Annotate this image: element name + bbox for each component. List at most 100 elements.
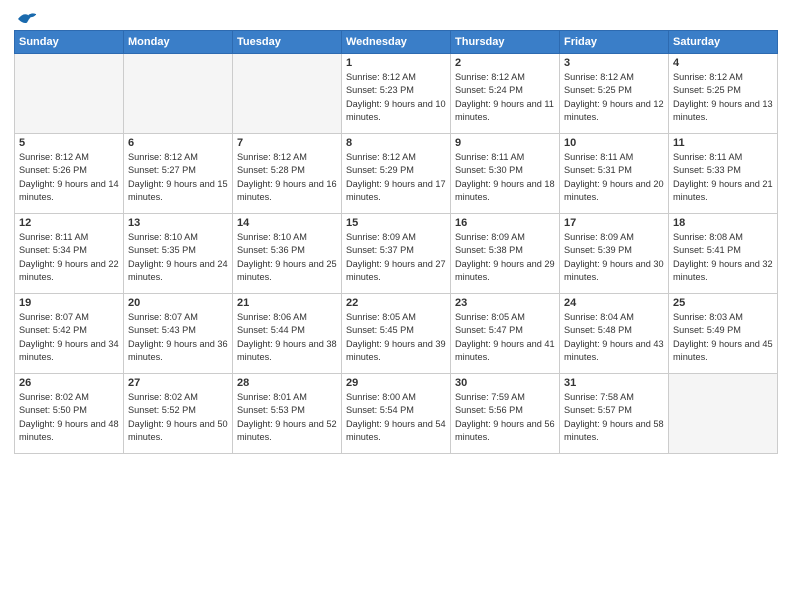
day-number: 22 [346,297,446,309]
day-number: 19 [19,297,119,309]
weekday-header-row: SundayMondayTuesdayWednesdayThursdayFrid… [15,31,778,54]
calendar-cell: 31 Sunrise: 7:58 AMSunset: 5:57 PMDaylig… [560,374,669,454]
calendar-cell: 13 Sunrise: 8:10 AMSunset: 5:35 PMDaylig… [124,214,233,294]
cell-info: Sunrise: 8:09 AMSunset: 5:37 PMDaylight:… [346,231,446,284]
cell-info: Sunrise: 8:12 AMSunset: 5:28 PMDaylight:… [237,151,337,204]
calendar-cell: 9 Sunrise: 8:11 AMSunset: 5:30 PMDayligh… [451,134,560,214]
cell-info: Sunrise: 8:05 AMSunset: 5:45 PMDaylight:… [346,311,446,364]
cell-info: Sunrise: 8:07 AMSunset: 5:43 PMDaylight:… [128,311,228,364]
cell-info: Sunrise: 8:06 AMSunset: 5:44 PMDaylight:… [237,311,337,364]
cell-info: Sunrise: 8:04 AMSunset: 5:48 PMDaylight:… [564,311,664,364]
day-number: 14 [237,217,337,229]
day-number: 30 [455,377,555,389]
cell-info: Sunrise: 8:11 AMSunset: 5:30 PMDaylight:… [455,151,555,204]
calendar-cell: 7 Sunrise: 8:12 AMSunset: 5:28 PMDayligh… [233,134,342,214]
cell-info: Sunrise: 8:12 AMSunset: 5:26 PMDaylight:… [19,151,119,204]
day-number: 24 [564,297,664,309]
calendar-cell: 23 Sunrise: 8:05 AMSunset: 5:47 PMDaylig… [451,294,560,374]
calendar-week-3: 19 Sunrise: 8:07 AMSunset: 5:42 PMDaylig… [15,294,778,374]
calendar-cell: 12 Sunrise: 8:11 AMSunset: 5:34 PMDaylig… [15,214,124,294]
weekday-monday: Monday [124,31,233,54]
cell-info: Sunrise: 8:02 AMSunset: 5:50 PMDaylight:… [19,391,119,444]
calendar-cell: 1 Sunrise: 8:12 AMSunset: 5:23 PMDayligh… [342,54,451,134]
calendar-cell: 5 Sunrise: 8:12 AMSunset: 5:26 PMDayligh… [15,134,124,214]
day-number: 4 [673,57,773,69]
calendar-cell: 21 Sunrise: 8:06 AMSunset: 5:44 PMDaylig… [233,294,342,374]
weekday-thursday: Thursday [451,31,560,54]
day-number: 12 [19,217,119,229]
day-number: 3 [564,57,664,69]
calendar-week-4: 26 Sunrise: 8:02 AMSunset: 5:50 PMDaylig… [15,374,778,454]
day-number: 5 [19,137,119,149]
calendar-cell [15,54,124,134]
calendar-cell: 25 Sunrise: 8:03 AMSunset: 5:49 PMDaylig… [669,294,778,374]
calendar-cell: 11 Sunrise: 8:11 AMSunset: 5:33 PMDaylig… [669,134,778,214]
cell-info: Sunrise: 8:12 AMSunset: 5:25 PMDaylight:… [673,71,773,124]
day-number: 2 [455,57,555,69]
calendar-cell: 6 Sunrise: 8:12 AMSunset: 5:27 PMDayligh… [124,134,233,214]
cell-info: Sunrise: 8:09 AMSunset: 5:39 PMDaylight:… [564,231,664,284]
calendar-cell [669,374,778,454]
day-number: 6 [128,137,228,149]
day-number: 31 [564,377,664,389]
logo [14,10,38,24]
cell-info: Sunrise: 8:12 AMSunset: 5:23 PMDaylight:… [346,71,446,124]
cell-info: Sunrise: 8:01 AMSunset: 5:53 PMDaylight:… [237,391,337,444]
page: SundayMondayTuesdayWednesdayThursdayFrid… [0,0,792,612]
day-number: 8 [346,137,446,149]
day-number: 7 [237,137,337,149]
cell-info: Sunrise: 8:12 AMSunset: 5:24 PMDaylight:… [455,71,555,124]
day-number: 11 [673,137,773,149]
calendar-week-0: 1 Sunrise: 8:12 AMSunset: 5:23 PMDayligh… [15,54,778,134]
cell-info: Sunrise: 8:03 AMSunset: 5:49 PMDaylight:… [673,311,773,364]
cell-info: Sunrise: 8:02 AMSunset: 5:52 PMDaylight:… [128,391,228,444]
day-number: 21 [237,297,337,309]
calendar-cell: 19 Sunrise: 8:07 AMSunset: 5:42 PMDaylig… [15,294,124,374]
cell-info: Sunrise: 8:07 AMSunset: 5:42 PMDaylight:… [19,311,119,364]
calendar-cell: 27 Sunrise: 8:02 AMSunset: 5:52 PMDaylig… [124,374,233,454]
day-number: 26 [19,377,119,389]
calendar-cell: 22 Sunrise: 8:05 AMSunset: 5:45 PMDaylig… [342,294,451,374]
calendar-cell: 24 Sunrise: 8:04 AMSunset: 5:48 PMDaylig… [560,294,669,374]
weekday-sunday: Sunday [15,31,124,54]
cell-info: Sunrise: 8:11 AMSunset: 5:34 PMDaylight:… [19,231,119,284]
day-number: 20 [128,297,228,309]
cell-info: Sunrise: 8:11 AMSunset: 5:33 PMDaylight:… [673,151,773,204]
cell-info: Sunrise: 8:11 AMSunset: 5:31 PMDaylight:… [564,151,664,204]
cell-info: Sunrise: 8:09 AMSunset: 5:38 PMDaylight:… [455,231,555,284]
day-number: 28 [237,377,337,389]
day-number: 1 [346,57,446,69]
weekday-saturday: Saturday [669,31,778,54]
logo-bird-icon [16,10,38,28]
calendar-cell: 4 Sunrise: 8:12 AMSunset: 5:25 PMDayligh… [669,54,778,134]
calendar-cell: 17 Sunrise: 8:09 AMSunset: 5:39 PMDaylig… [560,214,669,294]
cell-info: Sunrise: 8:12 AMSunset: 5:27 PMDaylight:… [128,151,228,204]
cell-info: Sunrise: 7:59 AMSunset: 5:56 PMDaylight:… [455,391,555,444]
header [14,10,778,24]
weekday-friday: Friday [560,31,669,54]
cell-info: Sunrise: 8:12 AMSunset: 5:25 PMDaylight:… [564,71,664,124]
calendar-cell: 18 Sunrise: 8:08 AMSunset: 5:41 PMDaylig… [669,214,778,294]
day-number: 18 [673,217,773,229]
calendar-cell [124,54,233,134]
calendar-cell: 28 Sunrise: 8:01 AMSunset: 5:53 PMDaylig… [233,374,342,454]
cell-info: Sunrise: 8:08 AMSunset: 5:41 PMDaylight:… [673,231,773,284]
calendar-cell: 2 Sunrise: 8:12 AMSunset: 5:24 PMDayligh… [451,54,560,134]
calendar-cell: 29 Sunrise: 8:00 AMSunset: 5:54 PMDaylig… [342,374,451,454]
cell-info: Sunrise: 7:58 AMSunset: 5:57 PMDaylight:… [564,391,664,444]
day-number: 23 [455,297,555,309]
day-number: 27 [128,377,228,389]
day-number: 25 [673,297,773,309]
cell-info: Sunrise: 8:12 AMSunset: 5:29 PMDaylight:… [346,151,446,204]
calendar-cell: 26 Sunrise: 8:02 AMSunset: 5:50 PMDaylig… [15,374,124,454]
calendar-cell: 30 Sunrise: 7:59 AMSunset: 5:56 PMDaylig… [451,374,560,454]
cell-info: Sunrise: 8:10 AMSunset: 5:36 PMDaylight:… [237,231,337,284]
calendar-cell: 8 Sunrise: 8:12 AMSunset: 5:29 PMDayligh… [342,134,451,214]
cell-info: Sunrise: 8:05 AMSunset: 5:47 PMDaylight:… [455,311,555,364]
calendar-cell: 15 Sunrise: 8:09 AMSunset: 5:37 PMDaylig… [342,214,451,294]
day-number: 16 [455,217,555,229]
day-number: 17 [564,217,664,229]
day-number: 15 [346,217,446,229]
calendar-cell: 14 Sunrise: 8:10 AMSunset: 5:36 PMDaylig… [233,214,342,294]
calendar-table: SundayMondayTuesdayWednesdayThursdayFrid… [14,30,778,454]
